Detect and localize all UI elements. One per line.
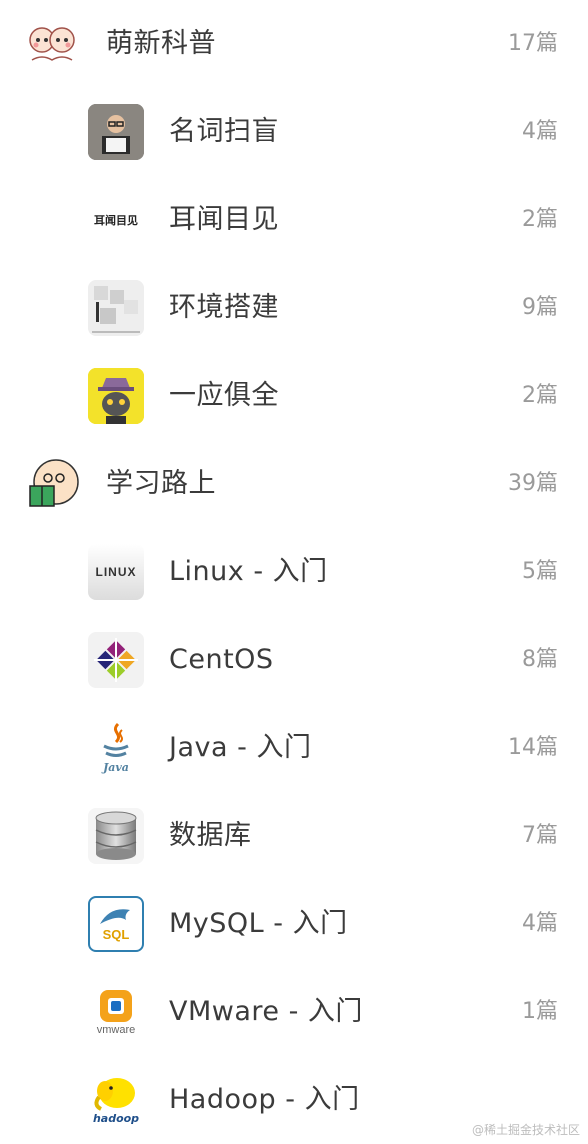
sub-label: 一应俱全 (169, 380, 279, 411)
cat-with-hat-icon (88, 368, 144, 424)
cartoon-couple-icon (24, 16, 80, 72)
article-count: 1篇 (522, 999, 558, 1024)
article-count: 2篇 (522, 383, 558, 408)
sub-label: 耳闻目见 (169, 204, 279, 235)
article-count: 2篇 (522, 207, 558, 232)
sub-label: Java - 入门 (169, 732, 312, 763)
sub-row-mingci[interactable]: 名词扫盲 4篇 (0, 88, 588, 176)
group-row-mengxin[interactable]: 萌新科普 17篇 (0, 0, 588, 88)
sub-label: MySQL - 入门 (169, 908, 348, 939)
vmware-logo-icon: vmware (88, 984, 144, 1040)
puzzle-icon (88, 280, 144, 336)
icon-text: SQL (102, 927, 130, 942)
sub-label: Hadoop - 入门 (169, 1084, 360, 1115)
article-count: 8篇 (522, 647, 558, 672)
sub-row-huanjing[interactable]: 环境搭建 9篇 (0, 264, 588, 352)
mysql-logo-icon: SQL (88, 896, 144, 952)
database-icon (88, 808, 144, 864)
sub-row-database[interactable]: 数据库 7篇 (0, 792, 588, 880)
watermark: @稀土掘金技术社区 (471, 1123, 580, 1137)
centos-logo-icon (88, 632, 144, 688)
linux-logo-icon: LINUX (88, 544, 144, 600)
group-row-xuexi[interactable]: 学习路上 39篇 (0, 440, 588, 528)
article-count: 4篇 (522, 911, 558, 936)
icon-text: hadoop (92, 1112, 140, 1125)
sub-label: 名词扫盲 (169, 116, 279, 147)
boy-reading-book-icon (88, 104, 144, 160)
bald-man-reading-icon (24, 456, 80, 512)
sub-label: VMware - 入门 (169, 996, 363, 1027)
icon-text: Java (103, 761, 129, 774)
sub-row-java[interactable]: Java Java - 入门 14篇 (0, 704, 588, 792)
sub-label: Linux - 入门 (169, 556, 328, 587)
article-count: 17篇 (508, 31, 558, 56)
sub-row-mysql[interactable]: SQL MySQL - 入门 4篇 (0, 880, 588, 968)
java-logo-icon: Java (88, 720, 144, 776)
hadoop-elephant-icon: hadoop (88, 1072, 144, 1128)
sub-label: 数据库 (169, 820, 252, 851)
sub-row-yiying[interactable]: 一应俱全 2篇 (0, 352, 588, 440)
group-label: 萌新科普 (106, 28, 216, 59)
article-count: 7篇 (522, 823, 558, 848)
icon-text: vmware (96, 1024, 136, 1036)
group-label: 学习路上 (106, 468, 216, 499)
sub-row-centos[interactable]: CentOS 8篇 (0, 616, 588, 704)
article-count: 4篇 (522, 119, 558, 144)
article-count: 5篇 (522, 559, 558, 584)
sub-label: CentOS (169, 644, 274, 675)
calligraphy-text-icon: 耳闻目见 (88, 192, 144, 248)
icon-text: LINUX (95, 565, 137, 579)
article-count: 14篇 (508, 735, 558, 760)
sub-row-erwen[interactable]: 耳闻目见 耳闻目见 2篇 (0, 176, 588, 264)
sub-label: 环境搭建 (169, 292, 279, 323)
icon-text: 耳闻目见 (94, 214, 138, 227)
article-count: 39篇 (508, 471, 558, 496)
article-count: 9篇 (522, 295, 558, 320)
sub-row-linux[interactable]: LINUX Linux - 入门 5篇 (0, 528, 588, 616)
sub-row-vmware[interactable]: vmware VMware - 入门 1篇 (0, 968, 588, 1056)
